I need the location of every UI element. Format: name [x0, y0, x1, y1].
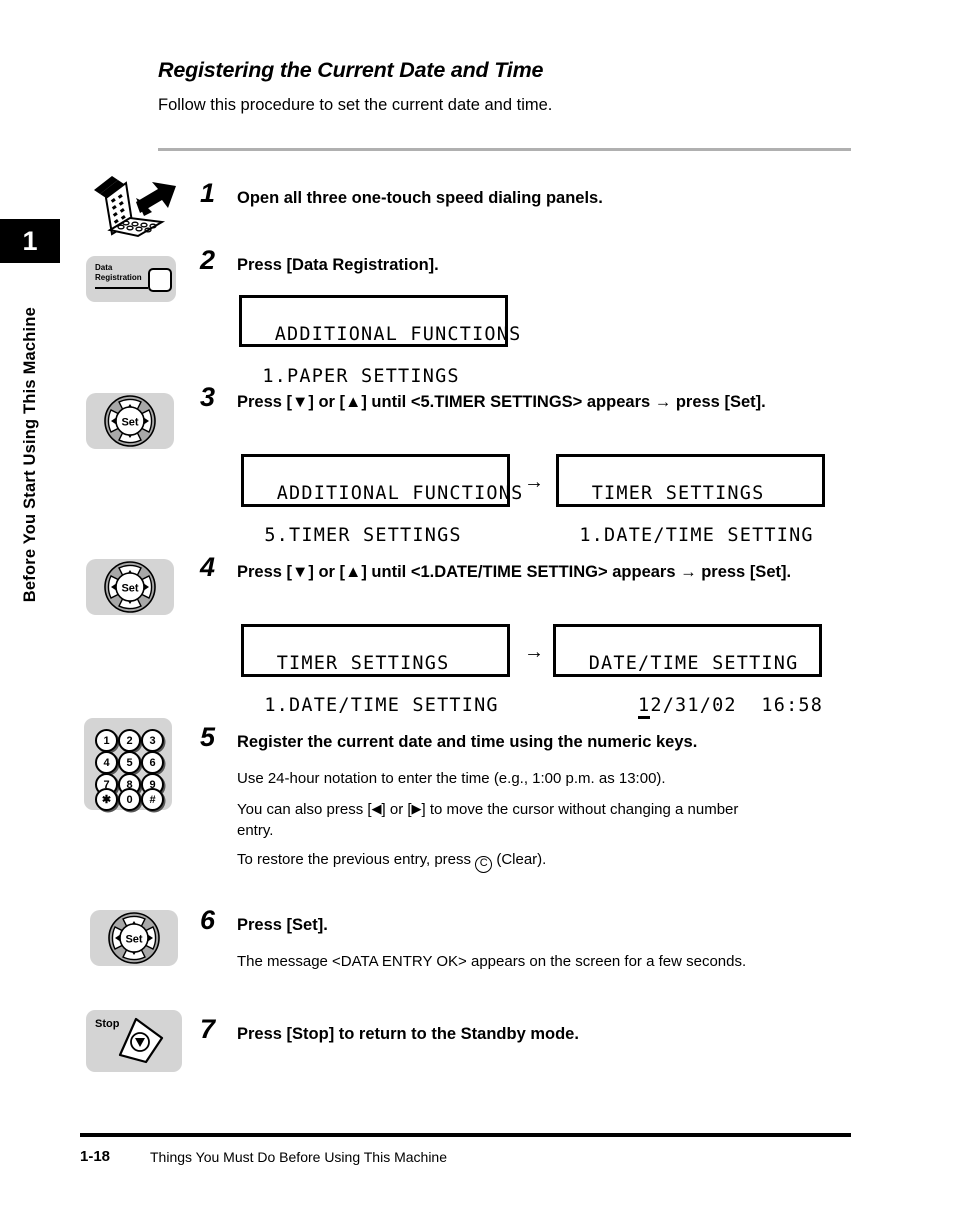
step-number-6: 6 — [200, 905, 216, 935]
step-body-5-clear-pre: To restore the previous entry, press — [237, 851, 476, 868]
left-triangle-icon: ◀ — [371, 801, 382, 816]
set-directional-pad-icon-step6: Set — [90, 910, 178, 966]
keypad-key: 5 — [118, 751, 141, 774]
step-body-5-pre: You can also press [ — [237, 801, 372, 818]
step-heading-4-line1: Press [▼] or [▲] until <1.DATE/TIME SETT… — [237, 563, 697, 581]
step-body-5-clear-post: (Clear). — [492, 851, 547, 868]
stop-key-icon: Stop — [86, 1010, 182, 1072]
one-touch-panels-icon — [88, 172, 180, 240]
step-heading-4-line2: press [Set]. — [701, 563, 792, 581]
set-directional-pad-icon-step3: Set — [86, 393, 174, 449]
lcd-transition-arrow-step4: → — [524, 641, 544, 663]
step-heading-1: Open all three one-touch speed dialing p… — [237, 189, 603, 207]
lcd-line-2: 12/31/02 16:58 — [564, 695, 822, 719]
step-body-5-line2b: entry. — [237, 822, 274, 839]
svg-text:Set: Set — [121, 583, 138, 595]
data-registration-label: Data Registration — [95, 263, 142, 282]
lcd-line-1: ADDITIONAL FUNCTIONS — [276, 483, 524, 504]
footer-divider — [80, 1133, 851, 1137]
keypad-key: ✱ — [95, 788, 118, 811]
right-triangle-icon: ▶ — [411, 801, 422, 816]
keypad-key: 3 — [141, 729, 164, 752]
keypad-key: 0 — [118, 788, 141, 811]
step-heading-3: Press [▼] or [▲] until <5.TIMER SETTINGS… — [237, 390, 857, 414]
lcd-display-step4-before: TIMER SETTINGS 1.DATE/TIME SETTING — [241, 624, 510, 716]
data-registration-button-shape — [148, 268, 172, 292]
lcd-cursor-char: 1 — [638, 695, 651, 719]
step-heading-7: Press [Stop] to return to the Standby mo… — [237, 1025, 579, 1043]
chapter-tab-number: 1 — [0, 219, 60, 263]
keypad-key: 6 — [141, 751, 164, 774]
footer-text: Things You Must Do Before Using This Mac… — [150, 1149, 448, 1165]
step-body-5-line2: You can also press [◀] or [▶] to move th… — [237, 798, 857, 841]
lcd-line-1: ADDITIONAL FUNCTIONS — [274, 324, 522, 345]
step-number-7: 7 — [200, 1014, 216, 1044]
keypad-key: 4 — [95, 751, 118, 774]
lcd-line2-prefix — [564, 695, 638, 716]
step-body-5-line3: To restore the previous entry, press C (… — [237, 849, 857, 873]
svg-text:Set: Set — [121, 417, 138, 429]
lcd-line-1: TIMER SETTINGS — [276, 653, 450, 674]
clear-key-icon: C — [475, 856, 493, 873]
lcd-line-2: 1.DATE/TIME SETTING — [252, 695, 499, 716]
chapter-tab-label-text: Before You Start Using This Machine — [20, 306, 39, 602]
lcd-line-2: 1.PAPER SETTINGS — [250, 366, 460, 387]
step-number-4: 4 — [200, 552, 216, 582]
data-registration-key-icon: Data Registration — [86, 256, 176, 302]
step-number-5: 5 — [200, 722, 216, 752]
step-number-1: 1 — [200, 178, 216, 208]
lcd-line-1: DATE/TIME SETTING — [588, 653, 799, 674]
step-heading-2: Press [Data Registration]. — [237, 256, 439, 274]
lcd-transition-arrow-step3: → — [524, 471, 544, 493]
step-heading-4: Press [▼] or [▲] until <1.DATE/TIME SETT… — [237, 560, 857, 584]
keypad-key: 1 — [95, 729, 118, 752]
footer-page-number: 1-18 — [80, 1148, 111, 1165]
lcd-display-step4-after: DATE/TIME SETTING 12/31/02 16:58 — [553, 624, 822, 719]
step-heading-5: Register the current date and time using… — [237, 733, 698, 751]
lcd-line-1: TIMER SETTINGS — [591, 483, 765, 504]
lcd-line-2: 5.TIMER SETTINGS — [252, 525, 462, 546]
lcd-display-step3-before: ADDITIONAL FUNCTIONS 5.TIMER SETTINGS — [241, 454, 522, 546]
page-subtitle: Follow this procedure to set the current… — [158, 96, 553, 114]
set-directional-pad-icon-step4: Set — [86, 559, 174, 615]
step-heading-6: Press [Set]. — [237, 916, 328, 934]
chapter-tab-label: Before You Start Using This Machine — [0, 272, 60, 602]
step-body-6-line1: The message <DATA ENTRY OK> appears on t… — [237, 953, 747, 970]
step-body-5-post: ] to move the cursor without changing a … — [421, 801, 739, 818]
step-body-5-line1: Use 24-hour notation to enter the time (… — [237, 770, 666, 787]
step-number-3: 3 — [200, 382, 216, 412]
page-title: Registering the Current Date and Time — [158, 58, 544, 82]
lcd-line-2: 1.DATE/TIME SETTING — [567, 525, 814, 546]
step-heading-3-line1: Press [▼] or [▲] until <5.TIMER SETTINGS… — [237, 393, 720, 411]
data-registration-underline — [95, 287, 148, 289]
numeric-keypad-icon: 1 2 3 4 5 6 7 8 9 ✱ 0 # — [84, 718, 172, 811]
svg-text:Set: Set — [125, 934, 142, 946]
lcd-line2-rest: 2/31/02 16:58 — [650, 695, 824, 716]
lcd-display-step2: ADDITIONAL FUNCTIONS 1.PAPER SETTINGS — [239, 295, 520, 387]
keypad-key: 2 — [118, 729, 141, 752]
keypad-key: # — [141, 788, 164, 811]
step-heading-3-line2: [Set]. — [724, 393, 766, 411]
header-divider — [158, 148, 851, 151]
lcd-display-step3-after: TIMER SETTINGS 1.DATE/TIME SETTING — [556, 454, 825, 546]
step-number-2: 2 — [200, 245, 216, 275]
step-body-5-mid: ] or [ — [381, 801, 412, 818]
